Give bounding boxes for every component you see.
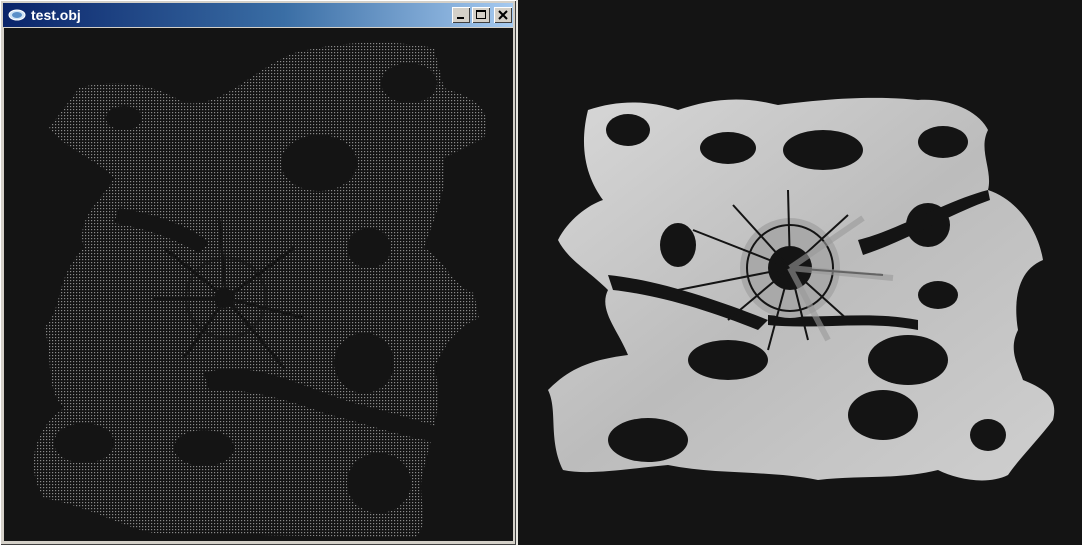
minimize-button[interactable] <box>452 7 470 23</box>
title-bar[interactable]: test.obj <box>3 3 513 27</box>
maximize-button[interactable] <box>472 7 490 23</box>
maximize-icon <box>476 10 486 19</box>
terrain-mesh <box>548 97 1055 481</box>
shaded-mesh-viewport[interactable] <box>518 0 1082 545</box>
minimize-icon <box>457 17 464 19</box>
close-button[interactable] <box>494 7 512 23</box>
point-cloud-viewport[interactable] <box>4 28 513 541</box>
window-title: test.obj <box>31 7 81 23</box>
app-icon <box>8 8 26 22</box>
close-icon <box>498 10 508 20</box>
obj-viewer-window: test.obj <box>0 0 516 545</box>
